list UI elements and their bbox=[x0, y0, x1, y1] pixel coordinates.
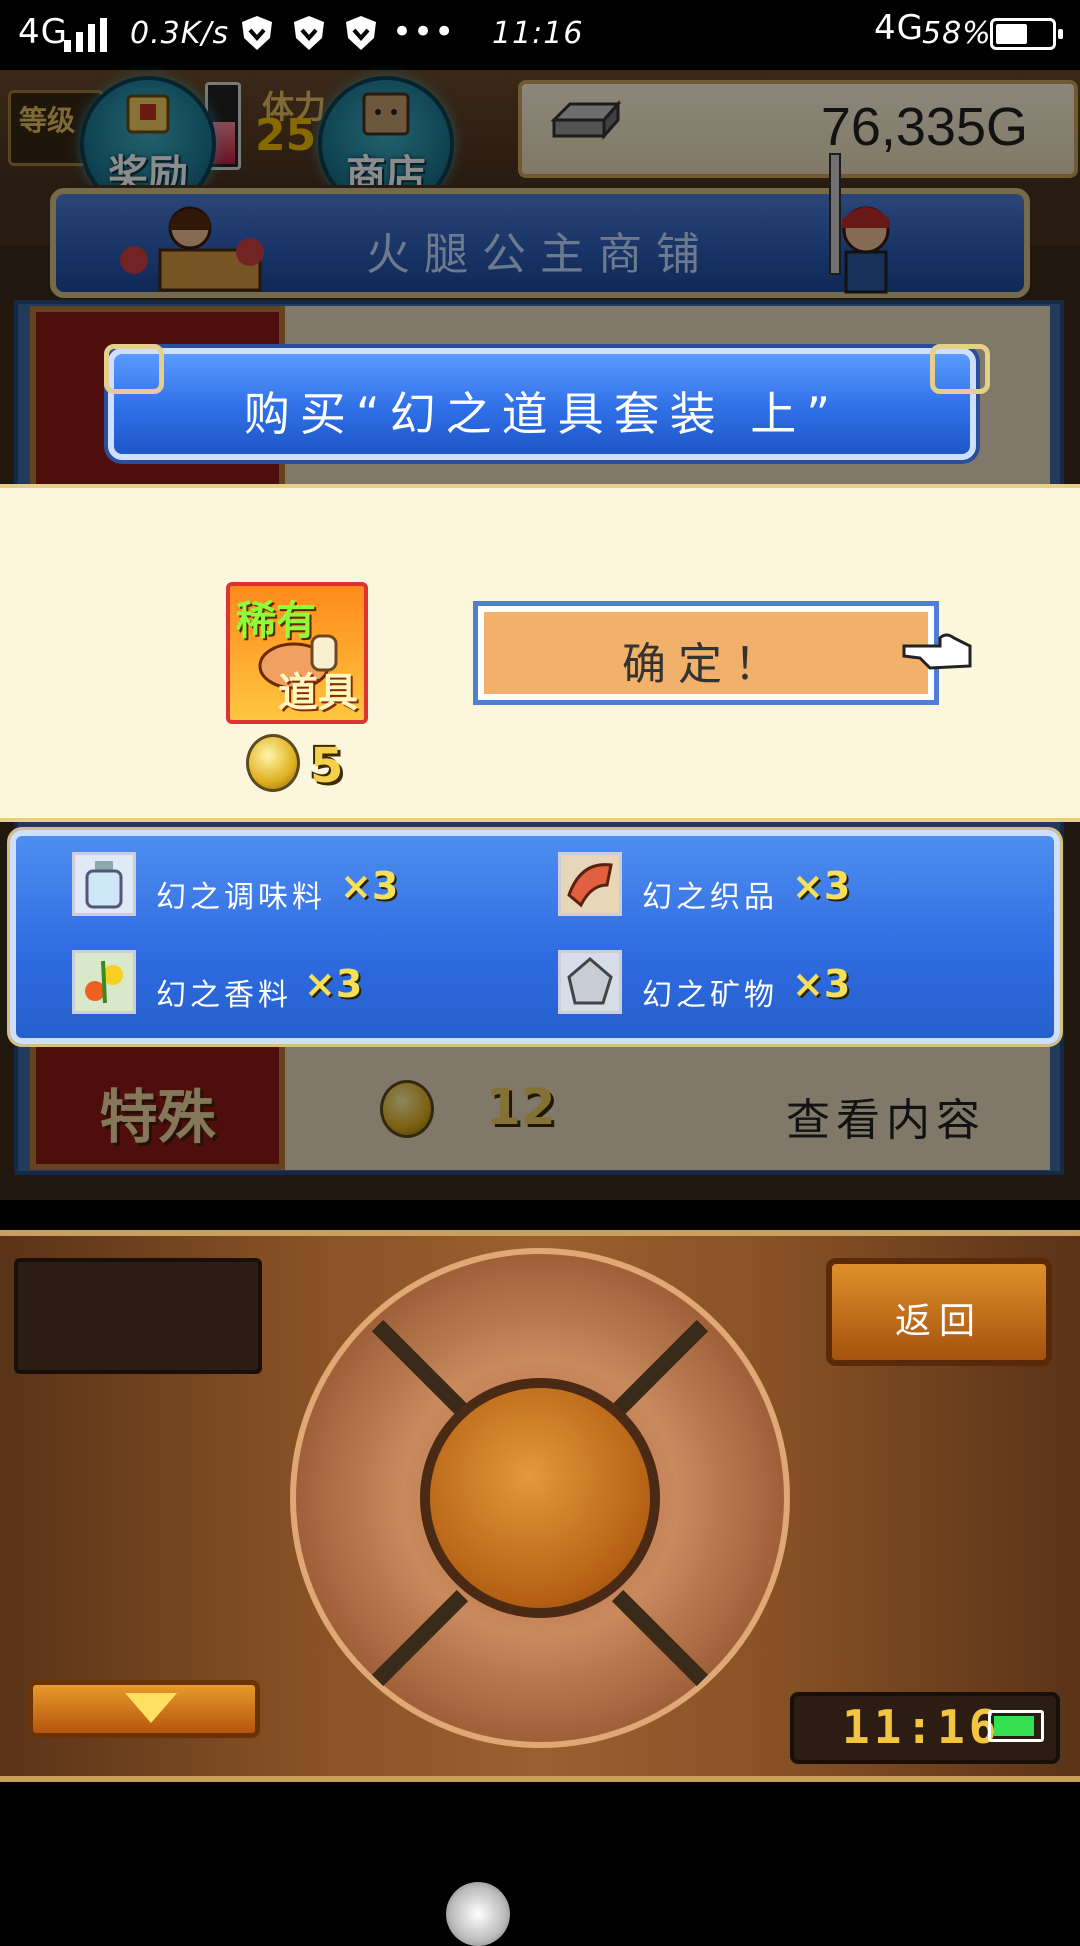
signal-icon bbox=[64, 18, 110, 52]
network-label-right: 4G bbox=[874, 8, 924, 48]
shield-icon bbox=[294, 16, 324, 50]
network-speed: 0.3K/s bbox=[130, 16, 230, 51]
network-label: 4G bbox=[18, 12, 68, 52]
content-item-qty: ×3 bbox=[304, 962, 363, 1006]
pointing-hand-icon bbox=[902, 633, 972, 670]
content-item-qty: ×3 bbox=[792, 864, 851, 908]
back-button-label[interactable]: 返回 bbox=[826, 1292, 1052, 1344]
shield-icon bbox=[242, 16, 272, 50]
home-indicator[interactable] bbox=[446, 1882, 510, 1946]
content-item-qty: ×3 bbox=[340, 864, 399, 908]
mineral-icon bbox=[558, 950, 622, 1014]
battery-icon bbox=[990, 18, 1063, 50]
content-item-name: 幻之织品 bbox=[642, 880, 778, 915]
content-item-name: 幻之调味料 bbox=[156, 880, 326, 915]
content-item-qty: ×3 bbox=[792, 962, 851, 1006]
center-action-button[interactable] bbox=[420, 1378, 660, 1618]
status-time: 11:16 bbox=[492, 16, 584, 51]
purchase-price: 5 bbox=[310, 738, 344, 794]
confirm-button-label[interactable]: 确定！ bbox=[478, 628, 934, 692]
shield-icon bbox=[346, 16, 376, 50]
arrow-down-icon bbox=[125, 1693, 177, 1723]
battery-percent: 58% bbox=[922, 16, 992, 51]
game-clock: 11:16 bbox=[842, 1700, 1001, 1754]
sub-screen bbox=[14, 1258, 262, 1374]
battery-icon bbox=[988, 1710, 1044, 1742]
coin-icon bbox=[246, 734, 300, 792]
content-item-name: 幻之香料 bbox=[156, 978, 292, 1013]
bottle-icon bbox=[72, 852, 136, 916]
spice-icon bbox=[72, 950, 136, 1014]
scroll-down-button[interactable] bbox=[28, 1680, 260, 1738]
purchase-title: 购买“幻之道具套装 上” bbox=[243, 387, 841, 441]
fabric-icon bbox=[558, 852, 622, 916]
content-item-name: 幻之矿物 bbox=[642, 978, 778, 1013]
more-indicator: ••• bbox=[392, 12, 456, 52]
rare-item-icon: 稀有 道具 bbox=[226, 582, 368, 724]
